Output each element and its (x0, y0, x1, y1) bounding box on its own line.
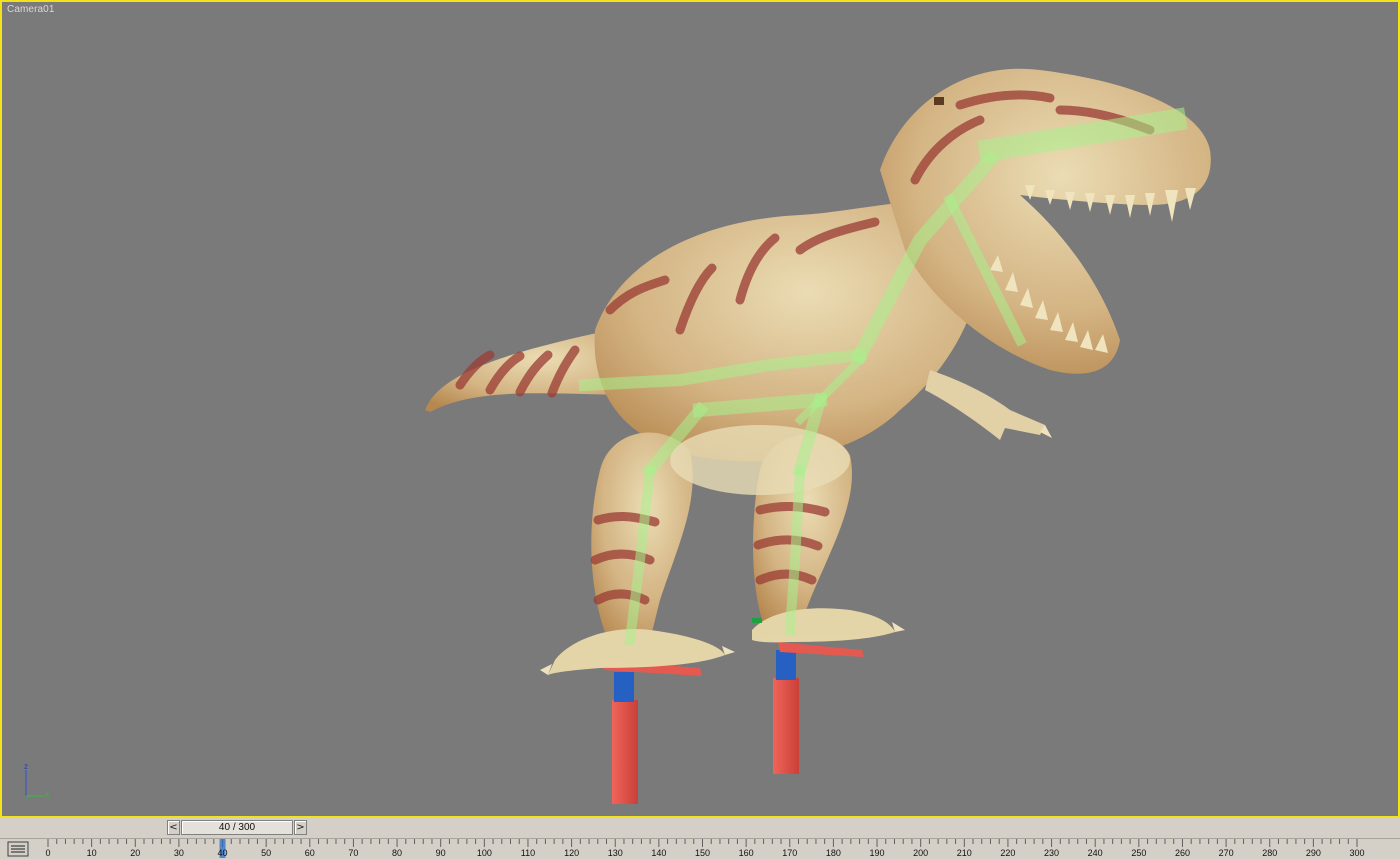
frame-slider[interactable]: 40 / 300 (181, 820, 293, 835)
tick-label: 60 (304, 848, 315, 858)
frame-readout: 40 / 300 (218, 822, 256, 833)
tick-label: 300 (1349, 848, 1365, 858)
time-slider-bar: < 40 / 300 > (0, 818, 1400, 838)
tick-label: 240 (1087, 848, 1103, 858)
arm[interactable] (925, 370, 1045, 440)
tick-label: 210 (956, 848, 972, 858)
tick-label: 110 (520, 848, 536, 858)
right-pole-joint[interactable] (776, 650, 796, 680)
tick-label: 250 (1131, 848, 1147, 858)
tick-label: 270 (1218, 848, 1234, 858)
tick-label: 70 (348, 848, 359, 858)
tick-label: 170 (782, 848, 798, 858)
tick-label: 160 (738, 848, 754, 858)
tick-label: 50 (261, 848, 272, 858)
tick-label: 90 (435, 848, 446, 858)
track-bar-filter-icon[interactable] (7, 841, 29, 857)
tick-label: 190 (869, 848, 885, 858)
scene-3d[interactable] (0, 0, 1400, 818)
right-pole-lower[interactable] (773, 678, 799, 774)
tick-label: 280 (1262, 848, 1278, 858)
tick-label: 130 (607, 848, 623, 858)
axis-x-label: x (45, 790, 49, 799)
tick-label: 290 (1305, 848, 1321, 858)
tick-label: 180 (825, 848, 841, 858)
axis-gizmo-icon: z x (24, 762, 49, 799)
left-pole-joint[interactable] (614, 672, 634, 702)
tick-label: 230 (1044, 848, 1060, 858)
tick-label: 30 (173, 848, 184, 858)
left-pole-lower[interactable] (612, 700, 638, 804)
chevron-right-icon[interactable]: > (294, 820, 307, 835)
viewport-label[interactable]: Camera01 (7, 4, 55, 15)
tick-label: 150 (694, 848, 711, 858)
axis-z-label: z (24, 762, 28, 771)
chevron-left-icon[interactable]: < (167, 820, 180, 835)
tick-label: 20 (130, 848, 141, 858)
track-bar[interactable]: 0 10 20 30 40 50 60 70 80 90 100 110 120 130 140 150 160… (0, 838, 1400, 858)
belly (670, 425, 850, 495)
tick-label: 120 (564, 848, 580, 858)
tick-label: 40 (217, 848, 228, 858)
tick-label: 0 (45, 848, 51, 858)
t-rex-model[interactable] (425, 68, 1211, 675)
tick-label: 220 (1000, 848, 1016, 858)
tick-label: 10 (86, 848, 97, 858)
eye (934, 97, 944, 105)
tick-label: 100 (476, 848, 492, 858)
tick-label: 260 (1174, 848, 1190, 858)
rig-helper[interactable] (752, 618, 762, 623)
camera-viewport[interactable]: Camera01 z x (0, 0, 1400, 818)
pelvis-bone[interactable] (692, 392, 828, 418)
tick-label: 80 (392, 848, 403, 858)
tick-label: 140 (651, 848, 667, 858)
tick-label: 200 (913, 848, 929, 858)
